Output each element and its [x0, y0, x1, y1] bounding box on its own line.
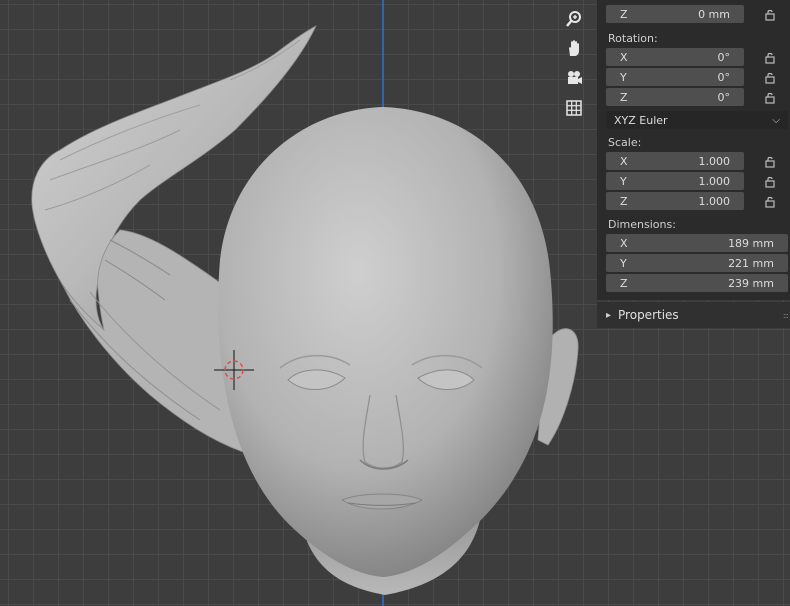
properties-section-header[interactable]: ▸ Properties :::	[597, 302, 790, 328]
field-value: 1.000	[698, 174, 731, 188]
dropdown-value: XYZ Euler	[614, 113, 668, 127]
axis-label: Y	[620, 174, 627, 188]
scale-y-field[interactable]: Y 1.000	[606, 172, 744, 190]
rotation-y-field[interactable]: Y 0°	[606, 68, 744, 86]
dimensions-y-field[interactable]: Y 221 mm	[606, 254, 788, 272]
axis-label: Z	[620, 7, 628, 21]
axis-label: Y	[620, 256, 627, 270]
axis-label: Z	[620, 90, 628, 104]
dimensions-z-field[interactable]: Z 239 mm	[606, 274, 788, 292]
lock-icon[interactable]	[763, 50, 777, 64]
axis-label: X	[620, 154, 628, 168]
rotation-label: Rotation:	[608, 32, 658, 45]
lock-icon[interactable]	[763, 70, 777, 84]
rotation-z-field[interactable]: Z 0°	[606, 88, 744, 106]
axis-label: X	[620, 50, 628, 64]
scale-x-field[interactable]: X 1.000	[606, 152, 744, 170]
grid-view-icon[interactable]	[562, 96, 586, 120]
field-value: 221 mm	[728, 256, 774, 270]
chevron-down-icon: ⌵	[772, 114, 780, 126]
axis-label: Z	[620, 194, 628, 208]
lock-icon[interactable]	[763, 90, 777, 104]
dimensions-x-field[interactable]: X 189 mm	[606, 234, 788, 252]
zoom-icon[interactable]	[562, 7, 586, 31]
rotation-mode-dropdown[interactable]: XYZ Euler ⌵	[606, 111, 788, 129]
lock-icon[interactable]	[763, 194, 777, 208]
dimensions-label: Dimensions:	[608, 218, 676, 231]
field-value: 0 mm	[698, 7, 730, 21]
field-value: 1.000	[698, 154, 731, 168]
lock-icon[interactable]	[763, 7, 777, 21]
axis-label: Z	[620, 276, 628, 290]
field-value: 239 mm	[728, 276, 774, 290]
scale-label: Scale:	[608, 136, 642, 149]
location-z-field[interactable]: Z 0 mm	[606, 5, 744, 23]
field-value: 0°	[717, 70, 731, 84]
axis-label: Y	[620, 70, 627, 84]
field-value: 1.000	[698, 194, 731, 208]
disclosure-triangle-icon: ▸	[606, 309, 612, 321]
properties-label: Properties	[618, 308, 679, 322]
field-value: 0°	[717, 90, 731, 104]
field-value: 189 mm	[728, 236, 774, 250]
camera-icon[interactable]	[562, 66, 586, 90]
hand-pan-icon[interactable]	[562, 36, 586, 60]
axis-label: X	[620, 236, 628, 250]
field-value: 0°	[717, 50, 731, 64]
drag-handle-icon[interactable]: :::	[783, 311, 789, 320]
lock-icon[interactable]	[763, 174, 777, 188]
scale-z-field[interactable]: Z 1.000	[606, 192, 744, 210]
rotation-x-field[interactable]: X 0°	[606, 48, 744, 66]
lock-icon[interactable]	[763, 154, 777, 168]
